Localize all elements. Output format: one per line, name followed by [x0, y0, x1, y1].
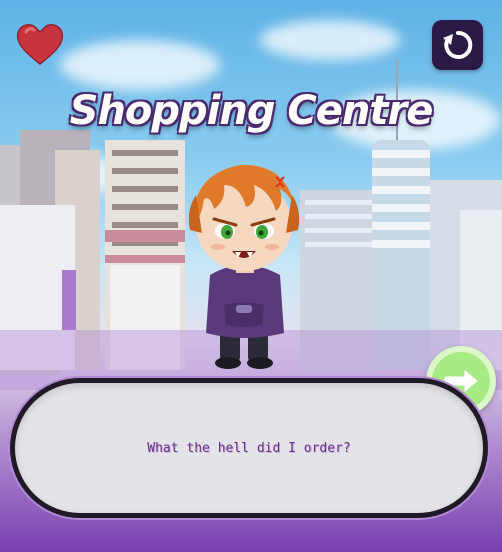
restart-button[interactable]	[432, 20, 483, 70]
game-scene: Shopping Centre What the hell did I orde…	[0, 0, 502, 552]
restart-icon	[442, 30, 472, 59]
dialogue-box[interactable]: What the hell did I order?	[10, 378, 488, 518]
dialogue-text: What the hell did I order?	[147, 440, 351, 456]
location-title: Shopping Centre	[69, 88, 434, 134]
heart-icon[interactable]	[14, 20, 66, 68]
character-sprite	[188, 164, 300, 369]
